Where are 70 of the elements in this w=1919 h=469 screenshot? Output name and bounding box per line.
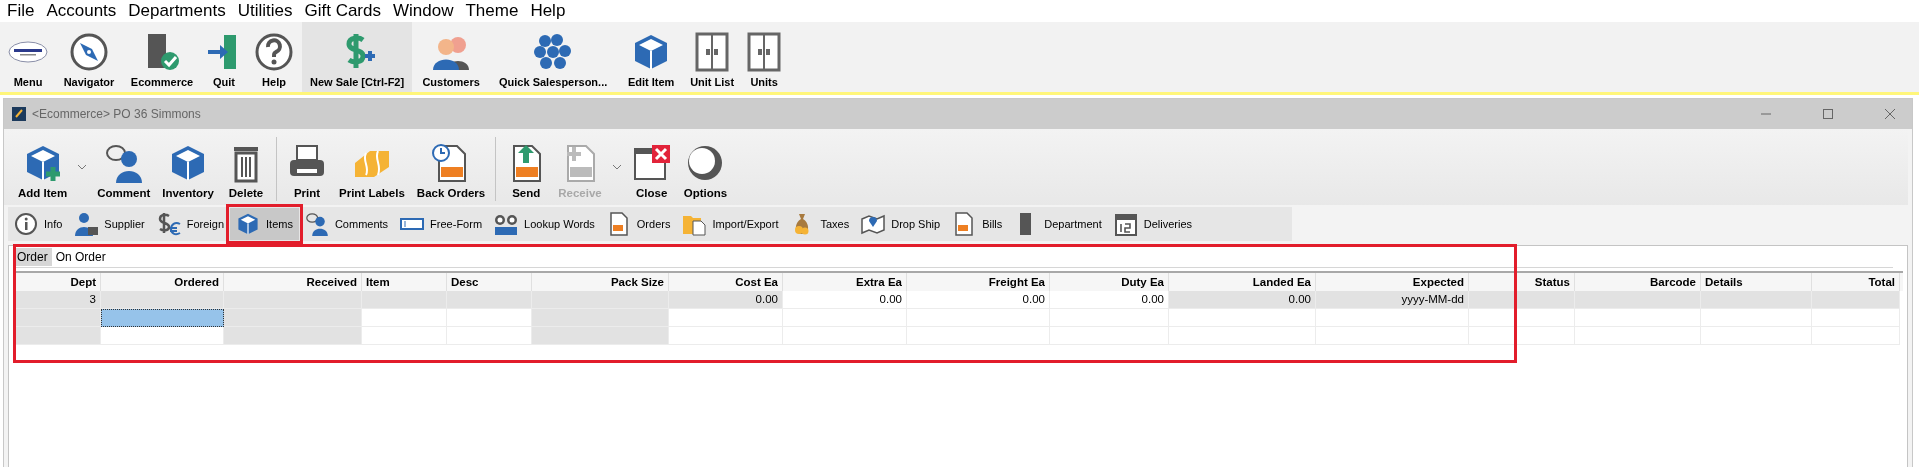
info-icon <box>14 212 38 236</box>
tab[interactable]: Order <box>13 248 52 266</box>
tab[interactable]: Lookup Words <box>488 208 601 240</box>
table-cell[interactable]: 3 <box>15 291 101 309</box>
person-briefcase-icon <box>74 212 99 236</box>
app-icon <box>12 107 26 121</box>
toolbar-button[interactable]: Navigator <box>56 22 122 92</box>
table-cell[interactable]: yyyy-MM-dd <box>1316 291 1469 309</box>
tab[interactable]: Orders <box>600 208 677 240</box>
map-pin-icon <box>861 212 886 236</box>
table-cell[interactable]: 0.00 <box>907 291 1050 309</box>
menu-item[interactable]: Departments <box>123 1 233 21</box>
toolbar-button[interactable]: Send <box>500 129 553 205</box>
toolbar-button[interactable]: Units <box>742 22 787 92</box>
toolbar-button[interactable]: Print <box>281 129 333 205</box>
toolbar-button[interactable]: Menu <box>4 22 52 92</box>
binoculars-icon <box>494 212 519 236</box>
tab[interactable]: Bills <box>946 208 1009 240</box>
toolbar-button[interactable]: Options <box>677 129 734 205</box>
compass-icon <box>69 32 109 72</box>
table-cell[interactable]: 0.00 <box>1169 291 1316 309</box>
toolbar-button[interactable]: Unit List <box>686 22 739 92</box>
cube-icon <box>236 212 260 236</box>
table-cell[interactable] <box>101 309 224 327</box>
table-cell[interactable]: 0.00 <box>669 291 783 309</box>
menu-item[interactable]: Gift Cards <box>299 1 388 21</box>
toolbar-button[interactable]: Quit <box>202 22 246 92</box>
currency-icon <box>156 212 181 236</box>
toolbar-button[interactable]: New Sale [Ctrl-F2] <box>302 22 413 92</box>
tab[interactable]: Comments <box>298 208 395 240</box>
tab[interactable]: Import/Export <box>676 208 785 240</box>
toolbar-button[interactable]: Comment <box>91 129 157 205</box>
toolbar-button[interactable]: Print Labels <box>333 129 411 205</box>
tab[interactable]: Drop Ship <box>855 208 947 240</box>
tab[interactable]: Supplier <box>68 208 151 240</box>
menu-item[interactable]: Accounts <box>41 1 124 21</box>
toolbar-button[interactable]: Close <box>625 129 678 205</box>
tab[interactable]: Deliveries <box>1107 208 1199 240</box>
toolbar-button[interactable]: Customers <box>416 22 487 92</box>
menu-item[interactable]: Help <box>525 1 573 21</box>
close-icon[interactable] <box>1884 108 1896 120</box>
tab[interactable]: Taxes <box>784 208 856 240</box>
toolbar-button[interactable]: Inventory <box>156 129 220 205</box>
person-comment-icon <box>304 212 329 236</box>
close-window-icon <box>631 143 672 183</box>
toolbar-button[interactable]: Quick Salesperson... <box>490 22 617 92</box>
tab[interactable]: Foreign <box>150 208 230 240</box>
table-cell[interactable]: 0.00 <box>1050 291 1169 309</box>
toolbar-button[interactable]: Delete <box>220 129 272 205</box>
toolbar-button[interactable]: Edit Item <box>620 22 683 92</box>
toolbar-button[interactable]: Ecommerce <box>126 22 198 92</box>
window-title: <Ecommerce> PO 36 Simmons <box>32 107 201 121</box>
help-icon <box>254 32 294 72</box>
tab[interactable]: Free-Form <box>394 208 489 240</box>
menu-item[interactable]: Utilities <box>232 1 300 21</box>
menu-item[interactable]: Theme <box>460 1 526 21</box>
table-cell[interactable]: 0.00 <box>783 291 907 309</box>
calendar-icon <box>1113 212 1138 236</box>
group-icon <box>533 32 574 72</box>
toolbar-button[interactable]: Help <box>250 22 298 92</box>
menu-item[interactable]: Window <box>388 1 461 21</box>
tab[interactable]: Info <box>8 208 69 240</box>
tab[interactable]: Department <box>1008 208 1108 240</box>
logo-icon <box>8 40 48 64</box>
toolbar-button[interactable]: Back Orders <box>410 129 492 205</box>
maximize-icon[interactable] <box>1822 108 1834 120</box>
menu-item[interactable]: File <box>2 1 42 21</box>
person-comment-icon <box>103 143 144 183</box>
caret-icon[interactable] <box>77 164 88 170</box>
toolbar-button[interactable]: Add Item <box>12 129 74 205</box>
